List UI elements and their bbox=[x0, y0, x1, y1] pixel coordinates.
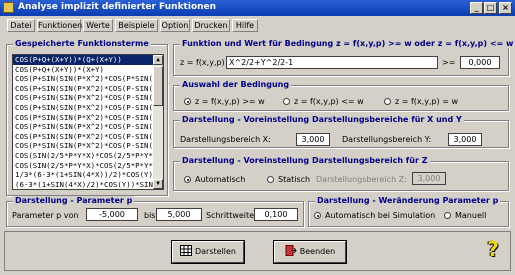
list-item[interactable]: 1/3*(6-3*(1+SIN(4*X))/2)*COS(Y)*SI bbox=[13, 170, 163, 180]
function-input[interactable]: X^2/2+Y^2/2-1 bbox=[226, 56, 438, 69]
z-range-title: Darstellung - Voreinstellung Darstellung… bbox=[180, 156, 430, 165]
radio-manual[interactable]: Manuell bbox=[444, 211, 486, 220]
param-to-input[interactable]: 5,000 bbox=[156, 208, 202, 221]
param-from-input[interactable]: -5,000 bbox=[86, 208, 138, 221]
scroll-up-button[interactable]: ▲ bbox=[153, 55, 163, 65]
menu-datei[interactable]: Datei bbox=[7, 19, 35, 32]
radio-equal[interactable]: z = f(x,y,p) = w bbox=[384, 97, 458, 106]
radio-less-equal[interactable]: z = f(x,y,p) <= w bbox=[283, 97, 364, 106]
minimize-button[interactable]: _ bbox=[470, 2, 483, 14]
radio-dot bbox=[184, 98, 191, 105]
param-from-label: Parameter p von bbox=[12, 211, 79, 220]
y-range-input[interactable]: 3,000 bbox=[448, 133, 482, 146]
step-input[interactable]: 0,100 bbox=[254, 208, 298, 221]
title-bar: Analyse implizit definierter Funktionen … bbox=[0, 0, 515, 16]
radio-z-automatic[interactable]: Automatisch bbox=[184, 175, 245, 184]
list-scrollbar[interactable]: ▲ ▼ bbox=[153, 55, 163, 189]
list-item[interactable]: COS(P+Q+(X+Y))*(X+Y) bbox=[13, 65, 163, 75]
exit-icon bbox=[285, 245, 297, 256]
app-icon bbox=[3, 2, 14, 13]
radio-dot bbox=[184, 176, 191, 183]
list-item[interactable]: COS(P+SIN(SIN(P*X^2)*COS(P-SIN( bbox=[13, 84, 163, 94]
x-range-input[interactable]: 3,000 bbox=[296, 133, 330, 146]
quit-button[interactable]: Beenden bbox=[274, 241, 346, 263]
menu-drucken[interactable]: Drucken bbox=[192, 19, 230, 32]
step-label: Schrittweite: bbox=[206, 211, 257, 220]
close-button[interactable]: × bbox=[499, 2, 512, 14]
param-change-title: Darstellung - Weränderung Parameter p bbox=[315, 196, 501, 205]
list-item[interactable]: COS(P+SIN(SIN(P*X^2)*COS(P*SIN( bbox=[13, 74, 163, 84]
list-item[interactable]: COS(SIN(2/5*P*Y*X)*COS(2/5*P*Y* bbox=[13, 151, 163, 161]
menu-bar: Datei Funktionen Werte Beispiele Option … bbox=[0, 16, 515, 34]
param-to-label: bis bbox=[144, 211, 156, 220]
list-item[interactable]: COS(P*SIN(SIN(P*X^2)*COS(P-SIN( bbox=[13, 132, 163, 142]
w-value-input[interactable]: 0,000 bbox=[460, 56, 500, 69]
list-item[interactable]: COS(P+SIN(SIN(P*X^2)*COS(P-SIN( bbox=[13, 103, 163, 113]
list-item[interactable]: (6-3*(1+SIN(4*X)/2)*COS(Y))*SIN( bbox=[13, 180, 163, 189]
xy-range-title: Darstellung - Voreinstellung Darstellung… bbox=[180, 115, 464, 124]
y-range-label: Darstellungsbereich Y: bbox=[342, 135, 432, 144]
menu-beispiele[interactable]: Beispiele bbox=[115, 19, 158, 32]
z-range-label: Darstellungsbereich Z: bbox=[316, 175, 407, 184]
radio-z-static[interactable]: Statisch bbox=[267, 175, 310, 184]
radio-greater-equal[interactable]: z = f(x,y,p) >= w bbox=[184, 97, 265, 106]
button-panel bbox=[4, 231, 511, 271]
list-item[interactable]: COS(P*SIN(SIN(P*X^2)*COS(P-SIN( bbox=[13, 141, 163, 151]
draw-button[interactable]: Darstellen bbox=[172, 241, 244, 263]
radio-dot bbox=[444, 212, 451, 219]
menu-funktionen[interactable]: Funktionen bbox=[37, 19, 82, 32]
radio-dot bbox=[283, 98, 290, 105]
scroll-down-button[interactable]: ▼ bbox=[153, 179, 163, 189]
parameter-group-title: Darstellung - Parameter p bbox=[13, 196, 135, 205]
condition-group-title: Auswahl der Bedingung bbox=[180, 80, 292, 89]
grid-icon bbox=[179, 245, 192, 256]
list-item[interactable]: COS(SIN(2/5*P*Y*X)*COS(2/5*P*Y* bbox=[13, 161, 163, 171]
list-item[interactable]: COS(P+Q+(X+Y))*(Q+(X+Y)) bbox=[13, 55, 163, 65]
list-item[interactable]: COS(P*SIN(SIN(P*X^2)*COS(P-SIN( bbox=[13, 113, 163, 123]
list-item[interactable]: COS(-2*SIN(P+SIN(-2+X^2)*COS(-2- bbox=[13, 189, 163, 190]
list-item[interactable]: COS(P+SIN(SIN(P*X^2)*COS(P-SIN( bbox=[13, 93, 163, 103]
function-group-title: Funktion und Wert für Bedingung z = f(x,… bbox=[180, 39, 515, 48]
radio-dot bbox=[384, 98, 391, 105]
z-range-input[interactable]: 3,000 bbox=[412, 172, 446, 185]
stored-functions-list[interactable]: COS(P+Q+(X+Y))*(Q+(X+Y)) COS(P+Q+(X+Y))*(… bbox=[12, 54, 164, 190]
help-icon[interactable]: ? bbox=[482, 238, 504, 260]
menu-hilfe[interactable]: Hilfe bbox=[232, 19, 258, 32]
stored-functions-title: Gespeicherte Funktionsterme bbox=[13, 39, 151, 48]
window-title: Analyse implizit definierter Funktionen bbox=[18, 2, 217, 12]
x-range-label: Darstellungsbereich X: bbox=[180, 135, 271, 144]
maximize-button[interactable]: □ bbox=[484, 2, 497, 14]
compare-label: >= bbox=[442, 58, 456, 67]
scroll-thumb[interactable] bbox=[153, 66, 163, 106]
radio-dot bbox=[314, 212, 321, 219]
radio-auto-simulation[interactable]: Automatisch bei Simulation bbox=[314, 211, 435, 220]
menu-werte[interactable]: Werte bbox=[83, 19, 113, 32]
radio-dot bbox=[267, 176, 274, 183]
menu-option[interactable]: Option bbox=[160, 19, 190, 32]
list-item[interactable]: COS(P*SIN(SIN(P*X^2)*COS(P-SIN( bbox=[13, 122, 163, 132]
